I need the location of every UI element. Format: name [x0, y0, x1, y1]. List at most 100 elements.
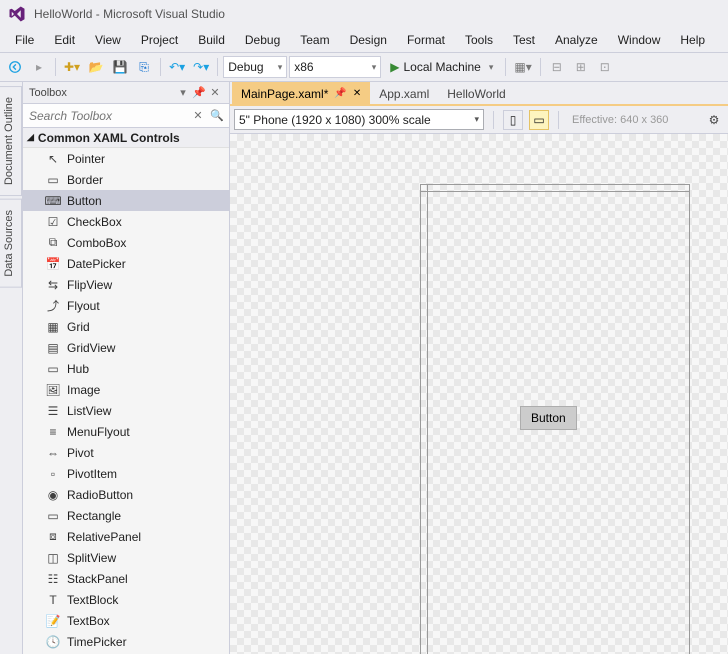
- menu-format[interactable]: Format: [397, 30, 455, 50]
- menu-bar: File Edit View Project Build Debug Team …: [0, 28, 728, 52]
- toolbox-item-label: Rectangle: [67, 509, 121, 523]
- toolbox-item-grid[interactable]: ▦Grid: [23, 316, 229, 337]
- settings-button[interactable]: ⚙: [704, 110, 724, 130]
- toolbox-item-pivot[interactable]: ⇔Pivot: [23, 442, 229, 463]
- toolbox-item-label: Pivot: [67, 446, 94, 460]
- toolbox-item-timepicker[interactable]: 🕓TimePicker: [23, 631, 229, 652]
- toolbox-item-pivotitem[interactable]: ▫PivotItem: [23, 463, 229, 484]
- platform-value: x86: [294, 60, 313, 74]
- menu-debug[interactable]: Debug: [235, 30, 290, 50]
- toolbox-item-relativepanel[interactable]: ⧈RelativePanel: [23, 526, 229, 547]
- sidetab-document-outline[interactable]: Document Outline: [0, 86, 22, 196]
- toolbox-item-listview[interactable]: ☰ListView: [23, 400, 229, 421]
- panel-menu-icon[interactable]: ▾: [175, 85, 191, 101]
- design-canvas[interactable]: Button: [230, 134, 728, 654]
- doc-tab-label: MainPage.xaml*: [241, 87, 328, 101]
- new-item-button[interactable]: ✚▾: [61, 56, 83, 78]
- toolbox-item-datepicker[interactable]: 📅DatePicker: [23, 253, 229, 274]
- align-3[interactable]: ⊡: [594, 56, 616, 78]
- toolbox-item-textblock[interactable]: T TextBlock: [23, 589, 229, 610]
- menu-project[interactable]: Project: [131, 30, 188, 50]
- canvas-button-control[interactable]: Button: [520, 406, 577, 430]
- pin-icon[interactable]: 📌: [334, 88, 346, 99]
- separator: [160, 58, 161, 76]
- toolbox-panel: Toolbox ▾ 📌 ✕ ✕ 🔍 ◢Common XAML Controls …: [23, 82, 230, 654]
- menu-edit[interactable]: Edit: [44, 30, 85, 50]
- group-label: Common XAML Controls: [38, 131, 180, 145]
- open-button[interactable]: 📂: [85, 56, 107, 78]
- doc-tab-helloworld[interactable]: HelloWorld: [438, 82, 514, 104]
- toolbox-item-rectangle[interactable]: ▭Rectangle: [23, 505, 229, 526]
- toolbox-item-combobox[interactable]: ⧉ComboBox: [23, 232, 229, 253]
- menu-build[interactable]: Build: [188, 30, 235, 50]
- toolbox-group-common[interactable]: ◢Common XAML Controls: [23, 128, 229, 148]
- flyout-icon: ⤴: [45, 298, 61, 314]
- toolbox-item-label: TextBlock: [67, 593, 118, 607]
- menu-help[interactable]: Help: [670, 30, 715, 50]
- doc-tab-mainpage[interactable]: MainPage.xaml* 📌 ✕: [232, 82, 370, 104]
- portrait-button[interactable]: ▯: [503, 110, 523, 130]
- toolbox-item-pointer[interactable]: ↖Pointer: [23, 148, 229, 169]
- device-combo[interactable]: 5" Phone (1920 x 1080) 300% scale▾: [234, 109, 484, 130]
- toolbox-item-label: Grid: [67, 320, 90, 334]
- close-icon[interactable]: ✕: [353, 88, 361, 99]
- align-1[interactable]: ⊟: [546, 56, 568, 78]
- toolbox-item-button[interactable]: ⌨Button: [23, 190, 229, 211]
- menu-tools[interactable]: Tools: [455, 30, 503, 50]
- undo-button[interactable]: ↶▾: [166, 56, 188, 78]
- toolbox-item-image[interactable]: 🖼Image: [23, 379, 229, 400]
- separator: [540, 58, 541, 76]
- relativepanel-icon: ⧈: [45, 529, 61, 545]
- doc-tab-appxaml[interactable]: App.xaml: [370, 82, 438, 104]
- textblock-icon: T: [45, 592, 61, 608]
- toolbox-item-flyout[interactable]: ⤴Flyout: [23, 295, 229, 316]
- menu-test[interactable]: Test: [503, 30, 545, 50]
- toolbox-item-border[interactable]: ▭Border: [23, 169, 229, 190]
- redo-button[interactable]: ↷▾: [190, 56, 212, 78]
- pin-icon[interactable]: 📌: [191, 85, 207, 101]
- menu-file[interactable]: File: [5, 30, 44, 50]
- menu-analyze[interactable]: Analyze: [545, 30, 608, 50]
- toolbar-misc-1[interactable]: ▦▾: [511, 56, 534, 78]
- menu-design[interactable]: Design: [340, 30, 397, 50]
- config-value: Debug: [228, 60, 263, 74]
- document-tab-strip: MainPage.xaml* 📌 ✕ App.xaml HelloWorld: [230, 82, 728, 106]
- toolbox-item-radiobutton[interactable]: ◉RadioButton: [23, 484, 229, 505]
- toolbox-item-splitview[interactable]: ◫SplitView: [23, 547, 229, 568]
- search-icon[interactable]: 🔍: [209, 108, 225, 124]
- config-combo[interactable]: Debug▾: [223, 56, 287, 78]
- close-icon[interactable]: ✕: [207, 85, 223, 101]
- nav-forward-button[interactable]: ▸: [28, 56, 50, 78]
- platform-combo[interactable]: x86▾: [289, 56, 381, 78]
- radiobutton-icon: ◉: [45, 487, 61, 503]
- toolbox-item-stackpanel[interactable]: ☷StackPanel: [23, 568, 229, 589]
- title-bar: HelloWorld - Microsoft Visual Studio: [0, 0, 728, 28]
- menu-window[interactable]: Window: [608, 30, 671, 50]
- toolbox-item-checkbox[interactable]: ☑CheckBox: [23, 211, 229, 232]
- sidetab-data-sources[interactable]: Data Sources: [0, 199, 22, 288]
- run-button[interactable]: ▶Local Machine▾: [383, 56, 500, 78]
- toolbox-title: Toolbox: [29, 87, 175, 99]
- search-clear-icon[interactable]: ✕: [190, 108, 206, 124]
- combobox-icon: ⧉: [45, 235, 61, 251]
- toolbox-search-row: ✕ 🔍: [23, 104, 229, 128]
- toolbox-search-input[interactable]: [27, 107, 190, 125]
- toolbox-item-gridview[interactable]: ▤GridView: [23, 337, 229, 358]
- run-label: Local Machine: [403, 60, 480, 74]
- menu-view[interactable]: View: [85, 30, 131, 50]
- toolbox-item-label: Border: [67, 173, 103, 187]
- align-2[interactable]: ⊞: [570, 56, 592, 78]
- toolbox-item-menuflyout[interactable]: ≡MenuFlyout: [23, 421, 229, 442]
- button-icon: ⌨: [45, 193, 61, 209]
- menu-team[interactable]: Team: [290, 30, 339, 50]
- designer-area: MainPage.xaml* 📌 ✕ App.xaml HelloWorld 5…: [230, 82, 728, 654]
- toolbox-item-hub[interactable]: ▭Hub: [23, 358, 229, 379]
- toolbox-item-label: MenuFlyout: [67, 425, 130, 439]
- toolbox-item-textbox[interactable]: 📝TextBox: [23, 610, 229, 631]
- save-button[interactable]: 💾: [109, 56, 131, 78]
- nav-back-button[interactable]: [4, 56, 26, 78]
- toolbox-item-flipview[interactable]: ⇆FlipView: [23, 274, 229, 295]
- listview-icon: ☰: [45, 403, 61, 419]
- landscape-button[interactable]: ▭: [529, 110, 549, 130]
- save-all-button[interactable]: ⎘: [133, 56, 155, 78]
